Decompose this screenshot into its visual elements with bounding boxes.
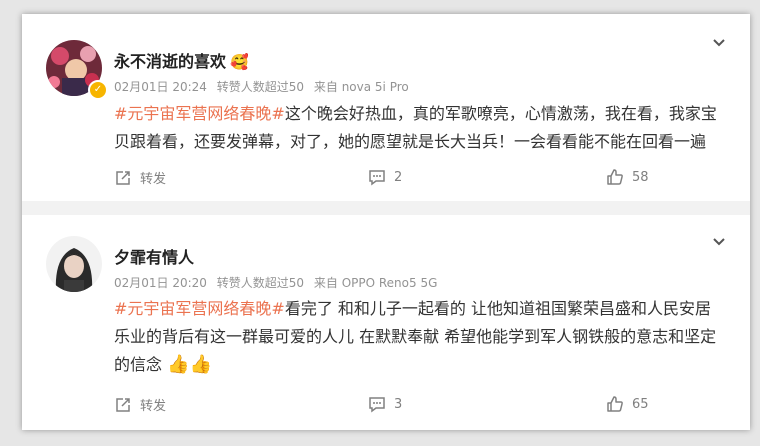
post-card: ✓ 永不消逝的喜欢 🥰 02月01日 20:24 转赞人数超过50 来自 nova… (22, 14, 750, 201)
repost-icon (116, 170, 130, 185)
comment-icon (369, 170, 385, 186)
repost-icon (116, 397, 130, 412)
post-text: #元宇宙军营网络春晚#这个晚会好热血，真的军歌嘹亮，心情激荡，我在看，我家宝贝跟… (114, 100, 726, 156)
thumbs-up-icon (607, 396, 623, 412)
comment-button[interactable]: 2 (368, 168, 402, 186)
repost-like-info: 转赞人数超过50 (216, 80, 305, 94)
post-card: 夕霏有情人 02月01日 20:20 转赞人数超过50 来自 OPPO Reno… (22, 215, 750, 430)
post-text: #元宇宙军营网络春晚#看完了 和和儿子一起看的 让他知道祖国繁荣昌盛和人民安居乐… (114, 295, 726, 379)
post-actions: 转发 2 58 (22, 168, 750, 192)
post-divider (22, 201, 750, 215)
like-button[interactable]: 65 (606, 395, 649, 413)
repost-label: 转发 (140, 172, 167, 187)
post-date[interactable]: 02月01日 20:20 (114, 276, 207, 290)
username[interactable]: 永不消逝的喜欢 🥰 (114, 48, 249, 72)
username[interactable]: 夕霏有情人 (114, 244, 194, 268)
hashtag-link[interactable]: #元宇宙军营网络春晚# (114, 299, 285, 318)
post-actions: 转发 3 65 (22, 395, 750, 419)
like-count: 65 (632, 396, 649, 412)
verified-badge-icon: ✓ (88, 80, 108, 100)
repost-like-info: 转赞人数超过50 (216, 276, 305, 290)
chevron-down-icon[interactable] (712, 235, 726, 249)
repost-button[interactable]: 转发 (114, 168, 166, 187)
repost-button[interactable]: 转发 (114, 395, 166, 414)
hashtag-link[interactable]: #元宇宙军营网络春晚# (114, 104, 285, 123)
thumbs-up-emoji-icon: 👍👍 (167, 354, 212, 375)
post-source: 来自 nova 5i Pro (313, 80, 409, 94)
thumbs-up-icon (607, 169, 623, 185)
comment-count: 3 (394, 396, 403, 412)
post-meta: 02月01日 20:24 转赞人数超过50 来自 nova 5i Pro (114, 78, 415, 95)
like-count: 58 (632, 169, 649, 185)
chevron-down-icon[interactable] (712, 36, 726, 50)
smiling-face-hearts-icon: 🥰 (230, 53, 249, 71)
post-source: 来自 OPPO Reno5 5G (313, 276, 438, 290)
comment-icon (369, 397, 385, 413)
comment-count: 2 (394, 169, 403, 185)
post-date[interactable]: 02月01日 20:24 (114, 80, 207, 94)
post-meta: 02月01日 20:20 转赞人数超过50 来自 OPPO Reno5 5G (114, 274, 443, 291)
username-text[interactable]: 永不消逝的喜欢 (114, 52, 226, 71)
username-text[interactable]: 夕霏有情人 (114, 248, 194, 267)
like-button[interactable]: 58 (606, 168, 649, 186)
repost-label: 转发 (140, 399, 167, 414)
avatar[interactable] (46, 236, 102, 292)
comment-button[interactable]: 3 (368, 395, 402, 413)
